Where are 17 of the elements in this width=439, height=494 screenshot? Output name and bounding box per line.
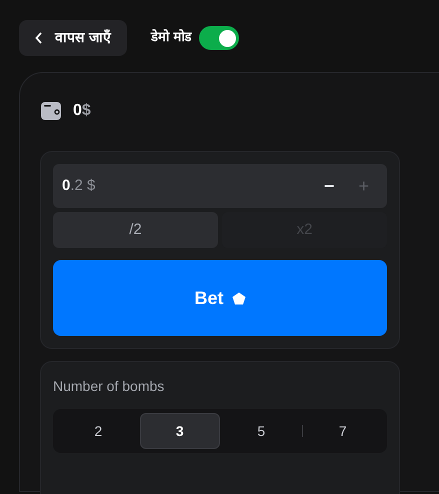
- demo-mode-label: डेमो मोड: [150, 28, 192, 48]
- minus-button[interactable]: −: [320, 177, 338, 195]
- halve-button[interactable]: /2: [53, 212, 218, 248]
- bomb-count-option[interactable]: 7: [302, 413, 383, 449]
- bet-amount: 0.2 $: [62, 176, 96, 196]
- bomb-count-option[interactable]: 2: [58, 413, 138, 449]
- chevron-left-icon: [35, 32, 43, 44]
- gem-icon: [232, 292, 246, 304]
- balance-currency: $: [82, 102, 91, 119]
- balance-amount: 0: [73, 102, 82, 119]
- wallet-icon: [41, 101, 61, 121]
- bet-button[interactable]: Bet: [53, 260, 387, 336]
- demo-mode-toggle[interactable]: [199, 26, 240, 50]
- bomb-count-option[interactable]: 5: [221, 413, 302, 449]
- bombs-label: Number of bombs: [53, 377, 166, 396]
- bomb-count-option[interactable]: 3: [140, 413, 220, 449]
- back-button[interactable]: वापस जाएँ: [19, 20, 127, 56]
